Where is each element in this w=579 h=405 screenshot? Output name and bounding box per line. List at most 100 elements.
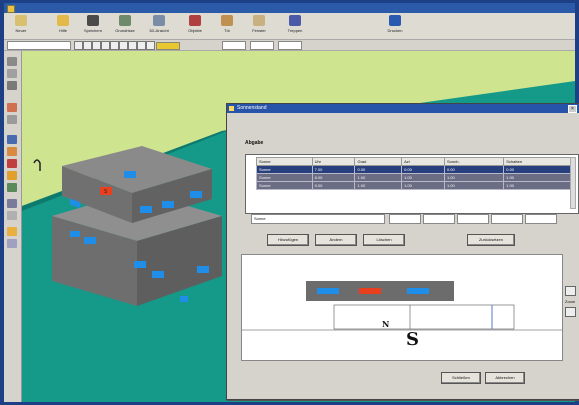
change-button[interactable]: Ändern	[315, 234, 357, 246]
table-cell: 1.00	[443, 181, 505, 190]
toolbar-label: 3D-Ansicht	[149, 28, 169, 33]
room-tool-icon[interactable]	[7, 115, 17, 124]
toolbar-button-door[interactable]: Tür	[212, 15, 242, 37]
column-header[interactable]: Uhr	[311, 157, 356, 166]
value-field-3[interactable]	[278, 41, 302, 50]
option-button[interactable]	[146, 41, 155, 50]
toolbar-button-3d-view[interactable]: 3D-Ansicht	[144, 15, 174, 37]
option-button[interactable]	[101, 41, 110, 50]
toolbar-button-help[interactable]: Hilfe	[48, 15, 78, 37]
table-scrollbar[interactable]	[570, 157, 576, 209]
table-header-row: Sonne Uhr Grad Azi Sonnh. Schatten	[256, 157, 574, 166]
add-button[interactable]: Hinzufügen	[267, 234, 309, 246]
north-label: N	[382, 319, 389, 329]
light-tool-icon[interactable]	[7, 227, 17, 236]
sun-preview[interactable]: N S	[241, 254, 563, 361]
move-tool-icon[interactable]	[7, 69, 17, 78]
column-header[interactable]: Grad	[354, 157, 403, 166]
table-cell: 1.00	[401, 181, 445, 190]
toolbar-button-window[interactable]: Fenster	[244, 15, 274, 37]
section-heading: Abgabe	[245, 140, 264, 146]
cancel-button[interactable]: Abbrechen	[485, 372, 525, 384]
data-table: Sonne Uhr Grad Azi Sonnh. Schatten Sonne…	[256, 157, 574, 190]
table-cell: 7.00	[311, 165, 356, 174]
table-cell: 8.00	[311, 173, 356, 182]
toolbar-button-save[interactable]: Speichern	[78, 15, 108, 37]
object-tool-icon[interactable]	[7, 183, 17, 192]
color-swatch[interactable]	[156, 42, 180, 50]
window-blue	[180, 296, 188, 302]
south-label: S	[406, 329, 419, 350]
zoom-out-button[interactable]	[565, 307, 576, 317]
help-icon	[57, 15, 69, 26]
wall-tool-icon[interactable]	[7, 103, 17, 112]
table-cell: 0.00	[443, 165, 505, 174]
toolbar-label: Objekte	[188, 28, 202, 33]
rotate-tool-icon[interactable]	[7, 81, 17, 90]
column-header[interactable]: Sonne	[256, 157, 313, 166]
save-icon	[87, 15, 99, 26]
select-tool-icon[interactable]	[7, 57, 17, 66]
value-input[interactable]	[525, 214, 557, 224]
option-button[interactable]	[137, 41, 146, 50]
column-header[interactable]: Azi	[401, 157, 445, 166]
print-icon	[389, 15, 401, 26]
option-button[interactable]	[74, 41, 83, 50]
table-cell: 9.00	[311, 181, 356, 190]
zoom-in-button[interactable]	[565, 286, 576, 296]
table-cell: Sonne	[256, 181, 313, 190]
reset-button[interactable]: Zurücksetzen	[467, 234, 515, 246]
value-input[interactable]	[457, 214, 489, 224]
screen-frame: Neuer Hilfe Speichern Grundrisse 3D-Ansi…	[0, 0, 579, 405]
table-row[interactable]: Sonne 7.00 0.00 0.00 0.00 0.00	[256, 165, 574, 174]
window-tool-icon[interactable]	[7, 147, 17, 156]
measure-tool-icon[interactable]	[7, 199, 17, 208]
building-plan	[333, 304, 515, 330]
toolbar-button-floorplan[interactable]: Grundrisse	[110, 15, 140, 37]
objects-icon	[189, 15, 201, 26]
toolbar-button-print[interactable]: Drucken	[380, 15, 410, 37]
table-cell: Sonne	[256, 165, 313, 174]
value-field-2[interactable]	[250, 41, 274, 50]
column-header[interactable]: Sonnh.	[443, 157, 505, 166]
window-blue	[70, 231, 80, 237]
camera-tool-icon[interactable]	[7, 239, 17, 248]
option-button[interactable]	[110, 41, 119, 50]
table-cell: 0.00	[401, 165, 445, 174]
text-tool-icon[interactable]	[7, 211, 17, 220]
layer-combo[interactable]	[7, 41, 71, 50]
table-row[interactable]: Sonne 9.00 1.00 1.00 1.00 1.00	[256, 181, 574, 190]
toolbar-button-objects[interactable]: Objekte	[180, 15, 210, 37]
preview-side-controls: Zoom	[565, 286, 576, 320]
door-tool-icon[interactable]	[7, 135, 17, 144]
value-field-1[interactable]	[222, 41, 246, 50]
close-icon[interactable]: ×	[568, 105, 577, 113]
delete-button[interactable]: Löschen	[363, 234, 405, 246]
window-blue	[317, 288, 339, 294]
toolbar-button-new[interactable]: Neuer	[6, 15, 36, 37]
name-input[interactable]: Sonne	[251, 214, 385, 224]
table-cell: 1.00	[503, 181, 574, 190]
value-input[interactable]	[423, 214, 455, 224]
close-button[interactable]: Schließen	[441, 372, 481, 384]
toolbar-label: Grundrisse	[115, 28, 135, 33]
table-cell: 1.00	[503, 173, 574, 182]
north-marker-icon	[33, 159, 41, 171]
option-button[interactable]	[92, 41, 101, 50]
roof-tool-icon[interactable]	[7, 159, 17, 168]
dialog-title-bar: Sonnenstand ×	[227, 104, 579, 113]
stairs-tool-icon[interactable]	[7, 171, 17, 180]
table-row[interactable]: Sonne 8.00 1.00 1.00 1.00 1.00	[256, 173, 574, 182]
option-button[interactable]	[83, 41, 92, 50]
door-icon	[221, 15, 233, 26]
value-input[interactable]	[389, 214, 421, 224]
option-button[interactable]	[128, 41, 137, 50]
column-header[interactable]: Schatten	[503, 157, 574, 166]
table-cell: 1.00	[354, 181, 403, 190]
app-icon	[7, 5, 15, 13]
option-button[interactable]	[119, 41, 128, 50]
toolbar-label: Fenster	[252, 28, 266, 33]
dialog-title: Sonnenstand	[237, 105, 267, 111]
value-input[interactable]	[491, 214, 523, 224]
toolbar-button-stairs[interactable]: Treppen	[280, 15, 310, 37]
